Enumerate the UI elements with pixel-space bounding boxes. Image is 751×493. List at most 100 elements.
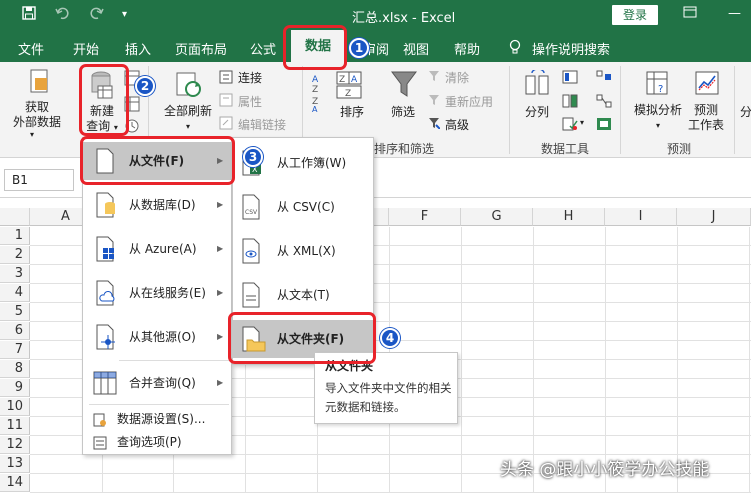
reapply-icon <box>428 94 440 109</box>
redo-icon[interactable] <box>88 6 104 24</box>
row-header-14[interactable]: 14 <box>0 474 30 492</box>
advanced-button[interactable]: 高级 <box>445 116 469 133</box>
refresh-all-label: 全部刷新 <box>163 104 212 118</box>
chevron-down-icon: ▾ <box>655 121 660 130</box>
chevron-down-icon: ▾ <box>30 130 35 139</box>
row-header-7[interactable]: 7 <box>0 341 30 359</box>
tab-view[interactable]: 视图 <box>403 39 429 58</box>
what-if-analysis-button[interactable]: 模拟分析 ▾ <box>628 103 688 133</box>
sort-button[interactable]: 排序 <box>340 103 364 120</box>
menu-item-from-other-sources[interactable]: 从其他源(O) ▶ <box>83 318 231 356</box>
save-icon[interactable] <box>22 6 36 24</box>
forecast-sheet-icon <box>694 70 720 101</box>
properties-button[interactable]: 属性 <box>238 93 262 110</box>
filter-button[interactable]: 筛选 <box>391 103 415 120</box>
minimize-button[interactable]: — <box>728 6 741 21</box>
edit-links-button[interactable]: 编辑链接 <box>238 116 286 133</box>
filter-icon <box>390 70 418 103</box>
properties-icon <box>219 93 233 110</box>
tab-file[interactable]: 文件 <box>18 39 44 58</box>
ribbon-display-icon[interactable] <box>683 6 697 22</box>
row-header-2[interactable]: 2 <box>0 246 30 264</box>
connections-icon <box>219 70 233 87</box>
row-header-5[interactable]: 5 <box>0 303 30 321</box>
clear-button[interactable]: 清除 <box>445 69 469 86</box>
data-tools-group-label: 数据工具 <box>541 142 590 156</box>
menu-item-query-options[interactable]: 查询选项(P) <box>83 431 231 453</box>
clear-filter-icon <box>428 70 440 85</box>
row-header-13[interactable]: 13 <box>0 455 30 473</box>
remove-duplicates-icon[interactable] <box>562 94 578 111</box>
menu-item-label: 合并查询(Q) <box>129 376 196 390</box>
login-button[interactable]: 登录 <box>612 5 658 25</box>
step-4-badge: 4 <box>380 328 400 348</box>
forecast-group-label: 预测 <box>667 142 692 156</box>
tab-help[interactable]: 帮助 <box>454 39 480 58</box>
menu-item-from-azure[interactable]: 从 Azure(A) ▶ <box>83 230 231 268</box>
column-header-f[interactable]: F <box>389 208 461 226</box>
menu-item-label: 查询选项(P) <box>117 435 182 449</box>
menu-item-label: 从在线服务(E) <box>129 286 206 300</box>
chevron-down-icon: ▾ <box>580 118 585 127</box>
manage-data-model-icon[interactable] <box>596 117 612 134</box>
svg-text:CSV: CSV <box>245 209 258 216</box>
menu-item-from-xml[interactable]: 从 XML(X) <box>233 232 373 270</box>
column-header-j[interactable]: J <box>677 208 751 226</box>
other-sources-icon <box>95 324 117 365</box>
get-external-data-button[interactable]: 获取 外部数据 <box>6 100 68 130</box>
menu-item-from-online-services[interactable]: 从在线服务(E) ▶ <box>83 274 231 312</box>
row-header-3[interactable]: 3 <box>0 265 30 283</box>
what-if-analysis-icon: ? <box>645 70 671 101</box>
menu-item-from-database[interactable]: 从数据库(D) ▶ <box>83 186 231 224</box>
step-2-badge: 2 <box>135 76 155 96</box>
row-header-1[interactable]: 1 <box>0 227 30 245</box>
row-header-10[interactable]: 10 <box>0 398 30 416</box>
refresh-all-icon <box>174 70 204 103</box>
svg-text:A: A <box>351 75 358 85</box>
column-header-i[interactable]: I <box>605 208 677 226</box>
connections-button[interactable]: 连接 <box>238 69 262 86</box>
menu-item-data-source-settings[interactable]: 数据源设置(S)... <box>83 408 231 430</box>
csv-file-icon: CSV <box>241 194 263 235</box>
relationships-icon[interactable] <box>596 94 612 111</box>
get-external-data-label-1: 获取 <box>24 100 49 114</box>
column-header-g[interactable]: G <box>461 208 533 226</box>
row-header-8[interactable]: 8 <box>0 360 30 378</box>
submenu-arrow-icon: ▶ <box>217 332 224 341</box>
highlight-new-query <box>79 64 129 136</box>
menu-item-from-csv[interactable]: CSV 从 CSV(C) <box>233 188 373 226</box>
menu-item-combine-queries[interactable]: 合并查询(Q) ▶ <box>83 364 231 402</box>
text-to-columns-button[interactable]: 分列 <box>525 103 549 120</box>
what-if-label: 模拟分析 <box>633 103 682 117</box>
name-box[interactable]: B1 <box>4 169 74 191</box>
svg-text:A: A <box>312 105 318 112</box>
tell-me-search[interactable]: 操作说明搜索 <box>532 39 610 58</box>
select-all-corner[interactable] <box>0 208 30 226</box>
customize-qat-icon[interactable]: ▾ <box>122 9 127 20</box>
row-header-6[interactable]: 6 <box>0 322 30 340</box>
row-header-4[interactable]: 4 <box>0 284 30 302</box>
forecast-sheet-button[interactable]: 预测 工作表 <box>686 103 726 133</box>
data-validation-icon[interactable] <box>562 117 578 134</box>
get-external-data-icon <box>26 68 52 99</box>
column-header-h[interactable]: H <box>533 208 605 226</box>
tab-insert[interactable]: 插入 <box>125 39 151 58</box>
sort-az-icon[interactable]: AZZA <box>311 72 327 115</box>
menu-item-label: 从数据库(D) <box>129 198 196 212</box>
refresh-all-button[interactable]: 全部刷新 ▾ <box>160 104 216 134</box>
reapply-button[interactable]: 重新应用 <box>445 93 493 110</box>
consolidate-icon[interactable] <box>596 70 612 87</box>
row-header-12[interactable]: 12 <box>0 436 30 454</box>
menu-item-from-text[interactable]: 从文本(T) <box>233 276 373 314</box>
query-options-icon <box>93 435 107 457</box>
tab-formulas[interactable]: 公式 <box>250 39 276 58</box>
outline-button[interactable]: 分 <box>740 103 751 120</box>
row-header-9[interactable]: 9 <box>0 379 30 397</box>
tab-page-layout[interactable]: 页面布局 <box>175 39 227 58</box>
undo-icon[interactable] <box>55 6 71 24</box>
flash-fill-icon[interactable] <box>562 70 578 87</box>
menu-divider <box>119 360 229 361</box>
tab-home[interactable]: 开始 <box>73 39 99 58</box>
row-header-11[interactable]: 11 <box>0 417 30 435</box>
submenu-arrow-icon: ▶ <box>217 288 224 297</box>
